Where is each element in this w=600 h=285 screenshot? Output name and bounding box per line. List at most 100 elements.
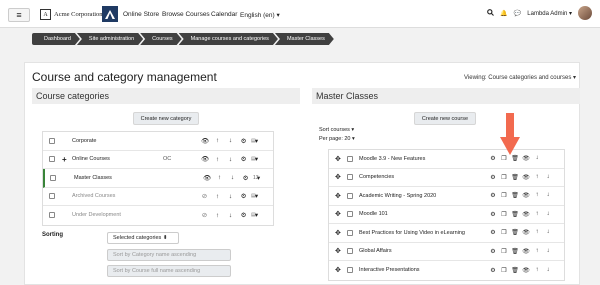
gear-icon[interactable]: ⚙ [242, 174, 249, 182]
course-row[interactable]: ✥ Moodle 101 ⚙ ❐ 🗑 👁 ↑ ↓ [329, 206, 564, 224]
course-checkbox[interactable] [347, 248, 353, 255]
course-checkbox[interactable] [347, 174, 353, 181]
gear-icon[interactable]: ⚙ [489, 192, 497, 199]
category-name[interactable]: Online Courses [72, 156, 110, 162]
arrow-up-icon[interactable]: ↑ [533, 229, 541, 236]
category-row-corporate[interactable]: Corporate 👁 ↑ ↓ ⚙ ▾ ▤ [43, 132, 273, 151]
arrow-up-icon[interactable]: ↑ [533, 192, 541, 199]
arrow-down-icon[interactable]: ↓ [227, 137, 234, 144]
arrow-down-icon[interactable]: ↓ [227, 193, 234, 200]
sort-option-course-name[interactable]: Sort by Course full name ascending [107, 265, 231, 277]
trash-icon[interactable]: 🗑 [511, 155, 519, 162]
sort-courses-menu[interactable]: Sort courses ▾ [319, 127, 354, 133]
category-checkbox[interactable] [49, 212, 55, 219]
messages-icon[interactable]: 💬 [514, 10, 521, 17]
breadcrumb-item-master-classes[interactable]: Master Classes [275, 33, 334, 45]
arrow-up-icon[interactable]: ↑ [533, 248, 541, 255]
copy-icon[interactable]: ❐ [500, 192, 508, 199]
course-name[interactable]: Global Affairs [359, 248, 392, 254]
eye-icon[interactable]: 👁 [522, 211, 530, 218]
trash-icon[interactable]: 🗑 [511, 267, 519, 274]
course-checkbox[interactable] [347, 192, 353, 199]
gear-icon[interactable]: ⚙ [489, 211, 497, 218]
arrow-up-icon[interactable]: ↑ [214, 193, 221, 200]
create-category-button[interactable]: Create new category [133, 112, 199, 125]
course-checkbox[interactable] [347, 229, 353, 236]
site-logo[interactable]: A Acme Corporation [40, 8, 103, 21]
trash-icon[interactable]: 🗑 [511, 211, 519, 218]
copy-icon[interactable]: ❐ [500, 155, 508, 162]
search-icon[interactable] [487, 8, 495, 18]
copy-icon[interactable]: ❐ [500, 267, 508, 274]
menu-toggle-button[interactable]: ≡ [8, 8, 30, 22]
eye-icon[interactable]: 👁 [201, 137, 209, 145]
avatar[interactable] [578, 6, 592, 20]
move-handle-icon[interactable]: ✥ [335, 266, 341, 274]
eye-icon[interactable]: 👁 [522, 248, 530, 255]
course-name[interactable]: Best Practices for Using Video in eLearn… [359, 230, 465, 236]
copy-icon[interactable]: ❐ [500, 248, 508, 255]
course-row[interactable]: ✥ Best Practices for Using Video in eLea… [329, 224, 564, 243]
course-checkbox[interactable] [347, 155, 353, 162]
course-checkbox[interactable] [347, 211, 353, 218]
course-name[interactable]: Moodle 101 [359, 211, 388, 217]
sort-option-category-name[interactable]: Sort by Category name ascending [107, 249, 231, 261]
arrow-down-icon[interactable]: ↓ [544, 211, 552, 218]
sorting-scope-select[interactable]: Selected categories ⬍ [107, 232, 179, 244]
course-row[interactable]: ✥ Interactive Presentations ⚙ ❐ 🗑 👁 ↑ ↓ [329, 261, 564, 280]
eye-slash-icon[interactable]: ⊘ [201, 192, 208, 200]
eye-icon[interactable]: 👁 [203, 174, 211, 182]
arrow-down-icon[interactable]: ↓ [544, 229, 552, 236]
gear-icon[interactable]: ⚙ [489, 229, 497, 236]
eye-icon[interactable]: 👁 [522, 174, 530, 181]
move-handle-icon[interactable]: ✥ [335, 192, 341, 200]
category-row-online-courses[interactable]: + Online Courses OC 👁 ↑ ↓ ⚙ ▾ ▤ [43, 151, 273, 169]
eye-slash-icon[interactable]: ⊘ [201, 211, 208, 219]
category-row-archived[interactable]: Archived Courses ⊘ ↑ ↓ ⚙ ▾ ▤ [43, 188, 273, 206]
arrow-up-icon[interactable]: ↑ [214, 212, 221, 219]
nav-link-browse-courses[interactable]: Browse Courses [162, 11, 210, 18]
gear-icon[interactable]: ⚙ [489, 267, 497, 274]
gear-icon[interactable]: ⚙ [489, 248, 497, 255]
viewing-selector[interactable]: Viewing: Course categories and courses ▾ [464, 74, 576, 81]
course-row[interactable]: ✥ Academic Writing - Spring 2020 ⚙ ❐ 🗑 👁 ↑ ↓ [329, 187, 564, 206]
gear-icon[interactable]: ⚙ [240, 211, 247, 219]
nav-link-calendar[interactable]: Calendar [211, 11, 237, 18]
move-handle-icon[interactable]: ✥ [335, 210, 341, 218]
brand-icon[interactable] [102, 6, 118, 22]
category-name[interactable]: Corporate [72, 138, 96, 144]
course-name[interactable]: Academic Writing - Spring 2020 [359, 193, 436, 199]
trash-icon[interactable]: 🗑 [511, 248, 519, 255]
category-row-under-development[interactable]: Under Development ⊘ ↑ ↓ ⚙ ▾ ▤ [43, 206, 273, 225]
language-menu[interactable]: English (en) ▾ [240, 11, 280, 19]
notification-bell-icon[interactable]: 🔔 [500, 10, 507, 17]
arrow-up-icon[interactable]: ↑ [216, 174, 223, 181]
eye-icon[interactable]: 👁 [522, 192, 530, 199]
course-checkbox[interactable] [347, 267, 353, 274]
category-checkbox[interactable] [49, 137, 55, 144]
arrow-down-icon[interactable]: ↓ [229, 174, 236, 181]
arrow-up-icon[interactable]: ↑ [533, 211, 541, 218]
move-handle-icon[interactable]: ✥ [335, 229, 341, 237]
category-checkbox[interactable] [50, 174, 56, 181]
per-page-menu[interactable]: Per page: 20 ▾ [319, 136, 355, 142]
expand-plus-icon[interactable]: + [62, 155, 67, 164]
category-name[interactable]: Master Classes [74, 175, 112, 181]
arrow-down-icon[interactable]: ↓ [227, 212, 234, 219]
category-checkbox[interactable] [49, 156, 55, 163]
course-row[interactable]: ✥ Competencies ⚙ ❐ 🗑 👁 ↑ ↓ [329, 169, 564, 187]
move-handle-icon[interactable]: ✥ [335, 247, 341, 255]
eye-icon[interactable]: 👁 [522, 155, 530, 162]
trash-icon[interactable]: 🗑 [511, 174, 519, 181]
trash-icon[interactable]: 🗑 [511, 229, 519, 236]
category-row-master-classes[interactable]: Master Classes 👁 ↑ ↓ ⚙ ▾ 13 [43, 169, 273, 188]
move-handle-icon[interactable]: ✥ [335, 155, 341, 163]
gear-icon[interactable]: ⚙ [240, 155, 247, 163]
copy-icon[interactable]: ❐ [500, 229, 508, 236]
breadcrumb-item-dashboard[interactable]: Dashboard [32, 33, 80, 45]
copy-icon[interactable]: ❐ [500, 211, 508, 218]
gear-icon[interactable]: ⚙ [240, 137, 247, 145]
nav-link-online-store[interactable]: Online Store [123, 11, 159, 18]
course-name[interactable]: Interactive Presentations [359, 267, 420, 273]
arrow-down-icon[interactable]: ↓ [544, 248, 552, 255]
